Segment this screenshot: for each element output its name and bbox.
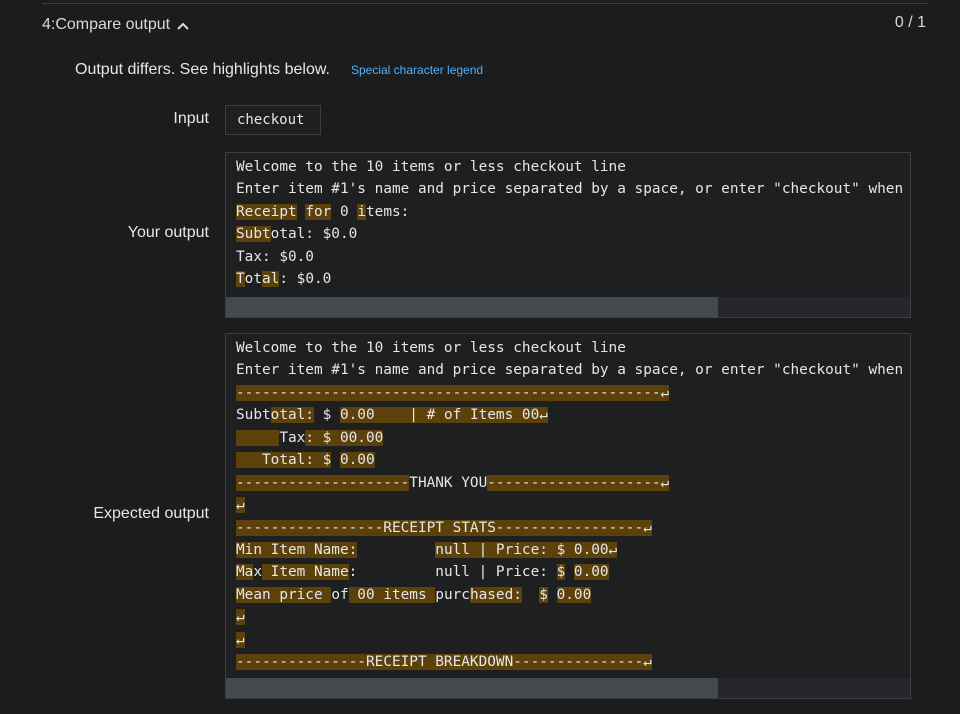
diff-highlight [236,429,280,446]
diff-highlight: --------------------↵ [487,474,670,491]
status-message: Output differs. See highlights below. [75,61,330,78]
output-line: Enter item #1's name and price separated… [236,359,910,381]
your-output-lines: Welcome to the 10 items or less checkout… [236,156,910,291]
output-text: : null | Price: [348,564,557,581]
diff-highlight: Item Name [262,564,349,581]
diff-highlight: 0.00 [573,564,609,581]
diff-highlight: -------------------- [236,474,410,491]
output-line: ↵ [236,606,910,628]
input-label: Input [173,110,209,127]
output-line: Welcome to the 10 items or less checkout… [236,156,910,178]
diff-highlight: Receipt [236,203,297,220]
diff-highlight: 0.00 [556,586,592,603]
score: 0 / 1 [894,14,926,31]
diff-highlight: Mean price [236,586,332,603]
output-text: ot [244,271,262,288]
output-text: Welcome to the 10 items or less checkout… [236,159,626,175]
diff-highlight: ↵ [236,497,245,514]
output-text: otal: $0.0 [270,226,358,243]
output-text: Welcome to the 10 items or less checkout… [236,340,626,356]
diff-highlight: for [305,203,332,220]
expected-output-scroll-thumb[interactable] [226,678,719,698]
output-text: Subt [236,407,271,424]
diff-highlight: : $ 00.00 [305,429,384,446]
output-text: Enter item #1's name and price separated… [236,181,904,198]
your-output-scrollbar[interactable] [226,297,910,317]
expected-output-lines: Welcome to the 10 items or less checkout… [236,337,910,674]
output-line: Welcome to the 10 items or less checkout… [236,337,910,359]
diff-highlight: ---------------RECEIPT BREAKDOWN--------… [236,654,652,671]
output-line: Total: $0.0 [236,268,910,290]
diff-highlight: al [262,271,280,288]
diff-highlight: $ [539,586,548,603]
diff-highlight: null | Price: $ 0.00↵ [435,541,618,558]
status-line: Output differs. See highlights below. Sp… [75,60,483,80]
output-line: ↵ [236,494,910,516]
test-header: 4:Compare output 0 / 1 [42,14,926,34]
output-text: of [331,586,349,603]
output-text: tems: [366,203,410,220]
expected-output-label: Expected output [93,505,209,522]
output-line: Subtotal: $ 0.00 | # of Items 00↵ [236,404,910,426]
your-output-scroll-thumb[interactable] [226,297,719,317]
test-title: 4:Compare output [42,15,171,33]
diff-highlight: 00 items [348,586,436,603]
diff-highlight [236,452,262,469]
your-output-label: Your output [127,224,209,241]
diff-highlight: T [236,271,245,288]
output-line: ↵ [236,629,910,651]
diff-highlight: ↵ [236,609,245,626]
chevron-up-icon [177,17,189,35]
special-character-legend-link[interactable]: Special character legend [351,63,483,77]
test-title-toggle[interactable]: 4:Compare output [42,14,189,35]
diff-highlight: 0.00 [339,407,375,424]
output-text: Tax: $0.0 [236,248,314,265]
diff-highlight: Total: $ [262,452,332,469]
expected-output-scrollbar[interactable] [226,678,910,698]
output-line: Mean price of 00 items purchased: $ 0.00 [236,584,910,606]
output-text: 0 [331,203,358,220]
your-output-box: Welcome to the 10 items or less checkout… [225,152,911,318]
output-line: ---------------RECEIPT BREAKDOWN--------… [236,651,910,673]
output-text: purc [435,586,470,603]
output-text: THANK YOU [409,474,488,491]
expected-output-box: Welcome to the 10 items or less checkout… [225,333,911,699]
output-text: Tax [279,429,306,446]
section-divider [42,3,928,4]
diff-highlight: 0.00 [339,452,375,469]
output-text: Enter item #1's name and price separated… [236,362,904,379]
output-line: Enter item #1's name and price separated… [236,178,910,200]
output-line: Receipt for 0 items: [236,201,910,223]
output-line: Total: $ 0.00 [236,449,910,471]
diff-highlight: $ [556,564,566,581]
diff-highlight: Min Item Name: [236,541,358,558]
output-line: --------------------THANK YOU-----------… [236,472,910,494]
diff-highlight: hased: [469,586,522,603]
output-line: Subtotal: $0.0 [236,223,910,245]
output-line: Min Item Name: null | Price: $ 0.00↵ [236,539,910,561]
output-line: -----------------RECEIPT STATS----------… [236,517,910,539]
diff-highlight: Subt [236,226,271,243]
output-text: $ [313,407,340,424]
diff-highlight: i [357,203,366,220]
output-text: : $0.0 [279,271,332,288]
input-value: checkout [225,105,321,135]
output-line: Tax: $ 00.00 [236,427,910,449]
diff-highlight: -----------------RECEIPT STATS----------… [236,519,652,536]
diff-highlight: otal: [270,407,314,424]
output-line: Tax: $0.0 [236,246,910,268]
diff-highlight: Ma [236,564,254,581]
diff-highlight: ↵ [236,631,245,648]
diff-highlight: | # of Items 00↵ [374,407,548,424]
diff-highlight: ----------------------------------------… [236,384,670,401]
output-line: ----------------------------------------… [236,382,910,404]
output-text: x [253,564,262,581]
output-line: Max Item Name: null | Price: $ 0.00 [236,561,910,583]
